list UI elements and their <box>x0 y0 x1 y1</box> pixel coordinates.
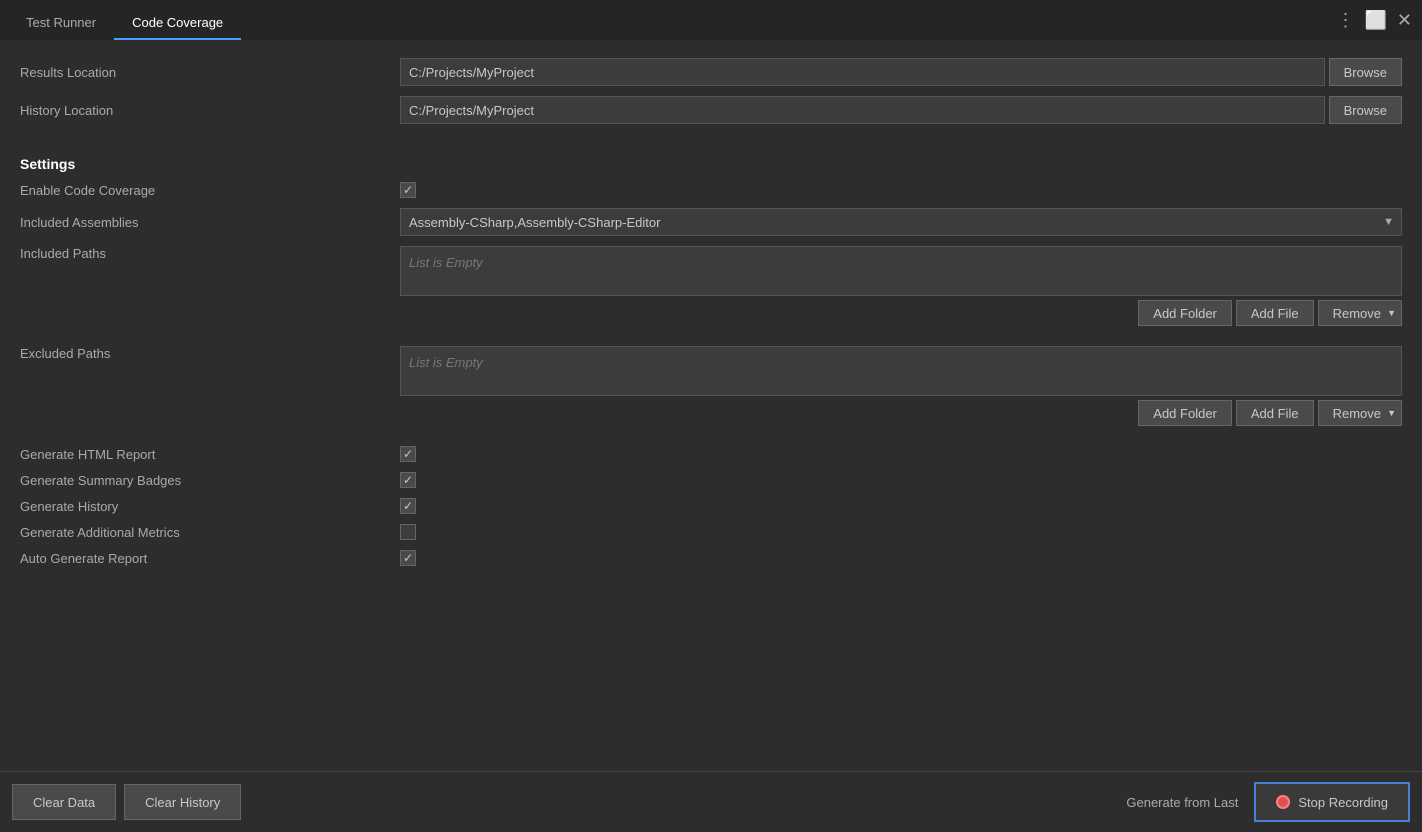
generate-history-label: Generate History <box>20 499 400 514</box>
excluded-paths-add-file-button[interactable]: Add File <box>1236 400 1314 426</box>
excluded-paths-listbox[interactable]: List is Empty <box>400 346 1402 396</box>
generate-additional-metrics-row: Generate Additional Metrics <box>20 524 1402 540</box>
excluded-paths-remove-button[interactable]: Remove <box>1318 400 1402 426</box>
generate-history-checkbox[interactable] <box>400 498 416 514</box>
stop-recording-button[interactable]: Stop Recording <box>1254 782 1410 822</box>
generate-html-report-row: Generate HTML Report <box>20 446 1402 462</box>
main-content: Results Location Browse History Location… <box>0 40 1422 771</box>
close-icon[interactable]: ✕ <box>1397 11 1412 29</box>
excluded-paths-section: Excluded Paths List is Empty Add Folder … <box>20 346 1402 440</box>
included-assemblies-row: Included Assemblies Assembly-CSharp,Asse… <box>20 208 1402 236</box>
title-bar: Test Runner Code Coverage ⋮ ⬜ ✕ <box>0 0 1422 40</box>
enable-code-coverage-checkbox-wrapper <box>400 182 416 198</box>
results-location-input[interactable] <box>400 58 1325 86</box>
auto-generate-report-row: Auto Generate Report <box>20 550 1402 566</box>
settings-heading: Settings <box>20 156 1402 172</box>
included-paths-label: Included Paths <box>20 246 400 261</box>
excluded-paths-row: Excluded Paths List is Empty <box>20 346 1402 396</box>
enable-code-coverage-checkbox[interactable] <box>400 182 416 198</box>
generate-summary-badges-row: Generate Summary Badges <box>20 472 1402 488</box>
included-paths-remove-button[interactable]: Remove <box>1318 300 1402 326</box>
included-paths-row: Included Paths List is Empty <box>20 246 1402 296</box>
maximize-icon[interactable]: ⬜ <box>1364 11 1386 29</box>
enable-code-coverage-label: Enable Code Coverage <box>20 183 400 198</box>
window-controls: ⋮ ⬜ ✕ <box>1336 11 1412 29</box>
generate-summary-badges-label: Generate Summary Badges <box>20 473 400 488</box>
history-location-input[interactable] <box>400 96 1325 124</box>
history-location-browse-button[interactable]: Browse <box>1329 96 1402 124</box>
auto-generate-report-label: Auto Generate Report <box>20 551 400 566</box>
stop-recording-label: Stop Recording <box>1298 795 1388 810</box>
bottom-bar: Clear Data Clear History Generate from L… <box>0 771 1422 832</box>
included-paths-add-file-button[interactable]: Add File <box>1236 300 1314 326</box>
included-paths-buttons: Add Folder Add File Remove <box>20 300 1402 326</box>
generate-from-last-button[interactable]: Generate from Last <box>1126 795 1238 810</box>
included-assemblies-select[interactable]: Assembly-CSharp,Assembly-CSharp-Editor <box>400 208 1402 236</box>
included-assemblies-label: Included Assemblies <box>20 215 400 230</box>
results-location-label: Results Location <box>20 65 400 80</box>
tab-test-runner[interactable]: Test Runner <box>8 7 114 40</box>
included-paths-listbox[interactable]: List is Empty <box>400 246 1402 296</box>
generate-summary-badges-checkbox[interactable] <box>400 472 416 488</box>
record-icon <box>1276 795 1290 809</box>
included-paths-section: Included Paths List is Empty Add Folder … <box>20 246 1402 340</box>
enable-code-coverage-row: Enable Code Coverage <box>20 182 1402 198</box>
generate-html-report-label: Generate HTML Report <box>20 447 400 462</box>
excluded-paths-buttons: Add Folder Add File Remove <box>20 400 1402 426</box>
history-location-label: History Location <box>20 103 400 118</box>
results-location-row: Results Location Browse <box>20 58 1402 86</box>
clear-history-button[interactable]: Clear History <box>124 784 241 820</box>
included-assemblies-dropdown-wrapper: Assembly-CSharp,Assembly-CSharp-Editor ▼ <box>400 208 1402 236</box>
menu-icon[interactable]: ⋮ <box>1336 11 1354 29</box>
generate-history-row: Generate History <box>20 498 1402 514</box>
history-location-row: History Location Browse <box>20 96 1402 124</box>
excluded-paths-label: Excluded Paths <box>20 346 400 361</box>
generate-additional-metrics-label: Generate Additional Metrics <box>20 525 400 540</box>
results-location-browse-button[interactable]: Browse <box>1329 58 1402 86</box>
auto-generate-report-checkbox[interactable] <box>400 550 416 566</box>
generate-html-report-checkbox[interactable] <box>400 446 416 462</box>
clear-data-button[interactable]: Clear Data <box>12 784 116 820</box>
tab-code-coverage[interactable]: Code Coverage <box>114 7 241 40</box>
included-paths-add-folder-button[interactable]: Add Folder <box>1138 300 1232 326</box>
excluded-paths-add-folder-button[interactable]: Add Folder <box>1138 400 1232 426</box>
generate-additional-metrics-checkbox[interactable] <box>400 524 416 540</box>
